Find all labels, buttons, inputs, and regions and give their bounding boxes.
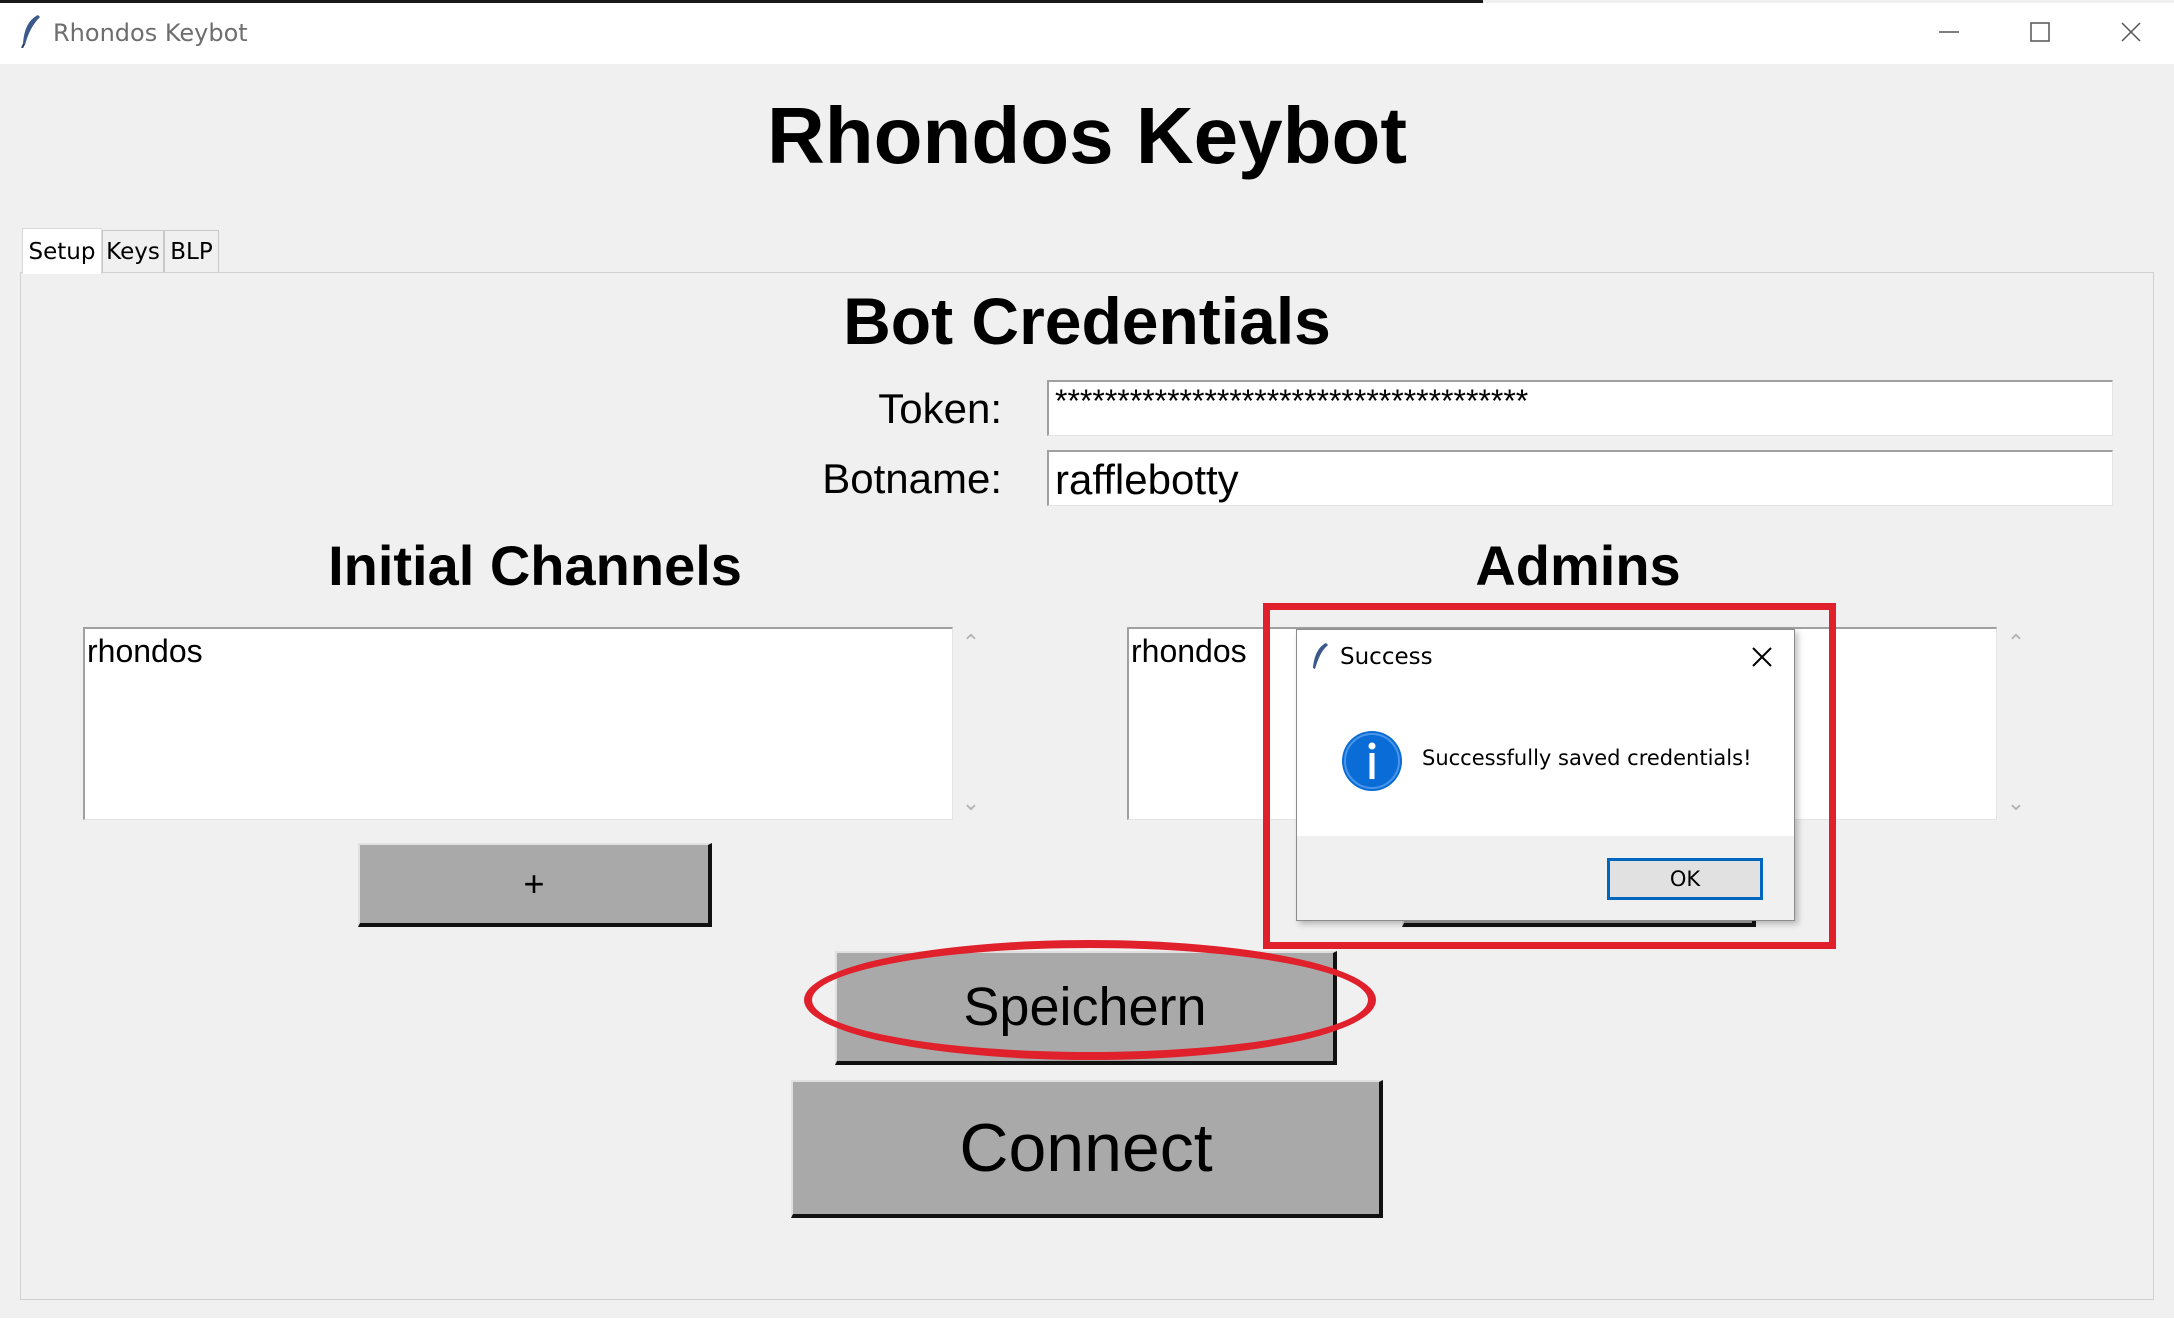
channels-scroll-up-icon[interactable]: ⌃ bbox=[956, 630, 986, 656]
add-channel-button[interactable]: + bbox=[358, 843, 712, 927]
admins-title: Admins bbox=[1475, 534, 1681, 597]
token-label: Token: bbox=[878, 385, 1002, 432]
feather-icon bbox=[21, 15, 40, 48]
token-field[interactable]: ************************************** bbox=[1047, 380, 2113, 436]
admins-scroll-up-icon[interactable]: ⌃ bbox=[2001, 630, 2031, 656]
close-window-button[interactable] bbox=[2085, 3, 2174, 61]
maximize-icon bbox=[2030, 22, 2050, 42]
tab-keys[interactable]: Keys bbox=[102, 230, 164, 272]
initial-channels-list[interactable]: rhondos bbox=[83, 627, 953, 820]
app-heading: Rhondos Keybot bbox=[767, 91, 1407, 180]
tab-blp[interactable]: BLP bbox=[164, 230, 219, 272]
list-item[interactable]: rhondos bbox=[87, 633, 952, 670]
botname-field[interactable]: rafflebotty bbox=[1047, 450, 2113, 506]
initial-channels-title: Initial Channels bbox=[328, 534, 742, 597]
annotation-ellipse bbox=[804, 940, 1376, 1060]
botname-label: Botname: bbox=[822, 455, 1002, 502]
channels-scroll-down-icon[interactable]: ⌄ bbox=[956, 790, 986, 816]
connect-button[interactable]: Connect bbox=[791, 1080, 1383, 1218]
maximize-button[interactable] bbox=[1994, 3, 2086, 61]
minimize-icon bbox=[1939, 31, 1959, 33]
admins-scroll-down-icon[interactable]: ⌄ bbox=[2001, 790, 2031, 816]
tab-setup[interactable]: Setup bbox=[22, 228, 102, 274]
title-bar bbox=[0, 3, 2174, 64]
window-title: Rhondos Keybot bbox=[53, 19, 248, 47]
minimize-button[interactable] bbox=[1903, 3, 1995, 61]
close-icon bbox=[2121, 22, 2141, 42]
section-title: Bot Credentials bbox=[843, 284, 1331, 358]
annotation-rectangle bbox=[1263, 603, 1836, 949]
bottom-edge-strip bbox=[0, 1318, 2174, 1325]
